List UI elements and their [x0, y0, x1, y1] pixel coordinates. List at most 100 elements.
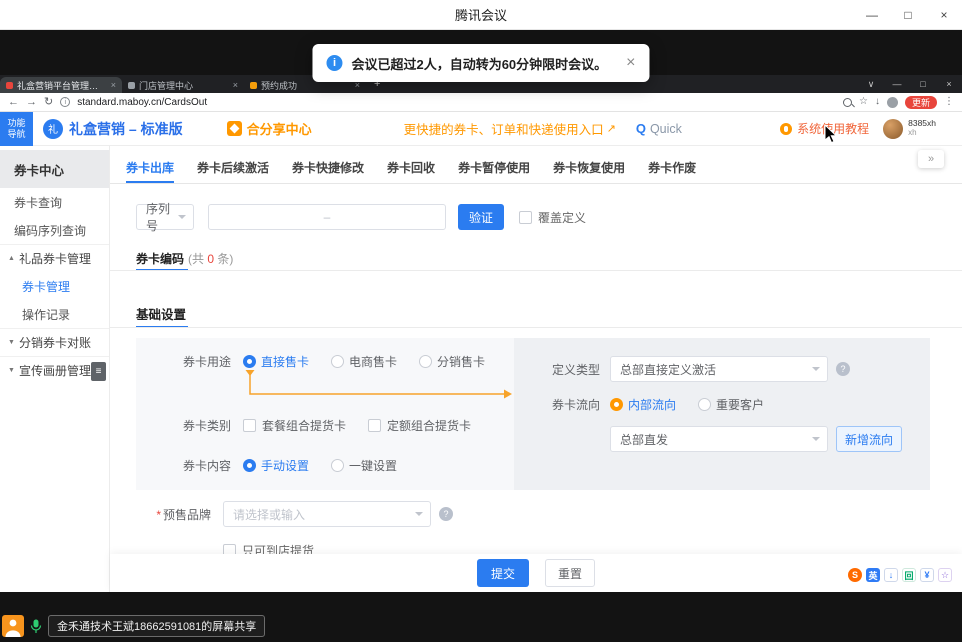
info-icon[interactable]: ?: [836, 362, 850, 376]
tab-card-suspend[interactable]: 券卡暂停使用: [458, 154, 530, 183]
maximize-button[interactable]: □: [890, 0, 926, 30]
flow-select-row: 总部直发 新增流向: [610, 426, 902, 452]
extension-s-icon[interactable]: S: [848, 568, 862, 582]
radio-icon: [698, 398, 711, 411]
extension-download-icon[interactable]: ↓: [884, 568, 898, 582]
reset-button[interactable]: 重置: [545, 559, 595, 587]
tab-close-icon[interactable]: ×: [233, 80, 238, 90]
usage-option-label: 分销售卡: [437, 353, 485, 370]
radio-icon: [331, 459, 344, 472]
submit-button[interactable]: 提交: [477, 559, 529, 587]
tab-card-recycle[interactable]: 券卡回收: [387, 154, 435, 183]
browser-tab-marketing[interactable]: 礼盒营销平台管理中心 ×: [0, 77, 122, 93]
definition-type-select[interactable]: 总部直接定义激活: [610, 356, 828, 382]
close-button[interactable]: ×: [926, 0, 962, 30]
sidebar-item-card-query[interactable]: 券卡查询: [0, 188, 109, 216]
sidebar-group-gift-card-management[interactable]: ▲ 礼品券卡管理: [0, 244, 109, 272]
browser-profile-icon[interactable]: [887, 97, 898, 108]
bookmark-star-icon[interactable]: ☆: [859, 97, 868, 107]
reload-icon[interactable]: ↻: [44, 97, 53, 108]
content-option-one-click[interactable]: 一键设置: [331, 457, 397, 474]
tab-card-void[interactable]: 券卡作废: [648, 154, 696, 183]
info-icon[interactable]: ?: [439, 507, 453, 521]
app-header: 功能 导航 礼 礼盒营销 – 标准版 合分享中心 更快捷的券卡、订单和快递使用入…: [0, 112, 962, 146]
quick-search[interactable]: Q Quick: [636, 121, 682, 136]
zoom-icon[interactable]: [843, 98, 852, 107]
form-footer: 提交 重置 S 英 ↓ 回 ¥ ☆: [110, 554, 962, 592]
tab-search-icon[interactable]: ∨: [858, 75, 884, 93]
category-option-label: 定额组合提货卡: [387, 417, 471, 434]
back-icon[interactable]: ←: [8, 97, 19, 108]
serial-range-input[interactable]: –: [208, 204, 446, 230]
site-info-icon[interactable]: i: [60, 97, 70, 107]
extension-translate-icon[interactable]: 英: [866, 568, 880, 582]
sidebar-group-label: 分销券卡对账: [19, 334, 91, 351]
content-option-label: 一键设置: [349, 457, 397, 474]
browser-minimize-icon[interactable]: —: [884, 75, 910, 93]
flow-select[interactable]: 总部直发: [610, 426, 828, 452]
quick-entry-link[interactable]: 更快捷的券卡、订单和快递使用入口 ↗: [404, 119, 616, 138]
shared-screen: 礼盒营销平台管理中心 × 门店管理中心 × 预约成功 × + ∨ — □ × ←…: [0, 30, 962, 642]
user-avatar: [883, 119, 903, 139]
download-icon[interactable]: ↓: [875, 97, 880, 107]
flow-option-internal[interactable]: 内部流向: [610, 396, 676, 413]
tab-close-icon[interactable]: ×: [111, 80, 116, 90]
browser-addressbar: ← → ↻ i standard.maboy.cn/CardsOut ☆ ↓ 更…: [0, 93, 962, 112]
quick-search-label: Quick: [650, 122, 682, 136]
radio-icon: [419, 355, 432, 368]
tab-card-quick-edit[interactable]: 券卡快捷修改: [292, 154, 364, 183]
share-center-link[interactable]: 合分享中心: [227, 119, 312, 138]
usage-option-label: 电商售卡: [349, 353, 397, 370]
presale-brand-select[interactable]: 请选择或输入: [223, 501, 431, 527]
presale-brand-label-text: 预售品牌: [163, 508, 211, 522]
triangle-down-icon: ▼: [8, 339, 15, 346]
browser-maximize-icon[interactable]: □: [910, 75, 936, 93]
override-definition-option[interactable]: 覆盖定义: [519, 209, 586, 226]
divider: [110, 327, 962, 328]
sidebar-collapse-handle[interactable]: ≡: [91, 362, 106, 381]
tab-card-outbound[interactable]: 券卡出库: [126, 154, 174, 183]
tab-card-followup-activation[interactable]: 券卡后续激活: [197, 154, 269, 183]
extension-favorite-icon[interactable]: ☆: [938, 568, 952, 582]
content-option-manual[interactable]: 手动设置: [243, 457, 309, 474]
tab-favicon: [250, 82, 257, 89]
add-flow-button[interactable]: 新增流向: [836, 426, 902, 452]
tab-label: 礼盒营销平台管理中心: [17, 79, 107, 92]
tutorial-bulb-icon: [780, 123, 792, 135]
triangle-up-icon: ▲: [8, 255, 15, 262]
definition-type-label: 定义类型: [514, 361, 600, 378]
function-nav-button[interactable]: 功能 导航: [0, 112, 33, 146]
flow-option-important-customer[interactable]: 重要客户: [698, 396, 764, 413]
tab-card-restore[interactable]: 券卡恢复使用: [553, 154, 625, 183]
forward-icon[interactable]: →: [26, 97, 37, 108]
extension-price-icon[interactable]: ¥: [920, 568, 934, 582]
browser-update-button[interactable]: 更新: [905, 96, 937, 109]
extension-return-icon[interactable]: 回: [902, 568, 916, 582]
panel-collapse-button[interactable]: »: [918, 150, 944, 168]
user-account[interactable]: 8385xh xh: [883, 119, 936, 139]
usage-option-distribution-sale[interactable]: 分销售卡: [419, 353, 485, 370]
sidebar-group-distribution-reconciliation[interactable]: ▼ 分销券卡对账: [0, 328, 109, 356]
minimize-button[interactable]: —: [854, 0, 890, 30]
flow-option-label: 重要客户: [716, 396, 764, 413]
verify-button[interactable]: 验证: [458, 204, 504, 230]
sidebar-item-card-management[interactable]: 券卡管理: [0, 272, 109, 300]
meeting-title: 腾讯会议: [455, 5, 507, 24]
usage-option-direct-sale[interactable]: 直接售卡: [243, 353, 309, 370]
toast-close-icon[interactable]: ×: [626, 55, 635, 71]
browser-tab-store[interactable]: 门店管理中心 ×: [122, 77, 244, 93]
brand-logo-icon: 礼: [43, 119, 63, 139]
browser-close-icon[interactable]: ×: [936, 75, 962, 93]
sidebar: 券卡中心 券卡查询 编码序列查询 ▲ 礼品券卡管理 券卡管理 操作记录 ▼ 分销…: [0, 146, 110, 592]
category-option-combo-card[interactable]: 套餐组合提货卡: [243, 417, 346, 434]
category-option-fixed-combo-card[interactable]: 定额组合提货卡: [368, 417, 471, 434]
divider: [110, 270, 962, 271]
browser-menu-icon[interactable]: ⋮: [944, 97, 954, 107]
flow-select-value: 总部直发: [620, 431, 668, 448]
usage-option-ecommerce-sale[interactable]: 电商售卡: [331, 353, 397, 370]
url-text[interactable]: standard.maboy.cn/CardsOut: [77, 97, 836, 108]
serial-type-select[interactable]: 序列号: [136, 204, 194, 230]
sidebar-item-operation-records[interactable]: 操作记录: [0, 300, 109, 328]
sidebar-item-code-sequence-query[interactable]: 编码序列查询: [0, 216, 109, 244]
participant-avatar-icon[interactable]: [2, 615, 24, 637]
